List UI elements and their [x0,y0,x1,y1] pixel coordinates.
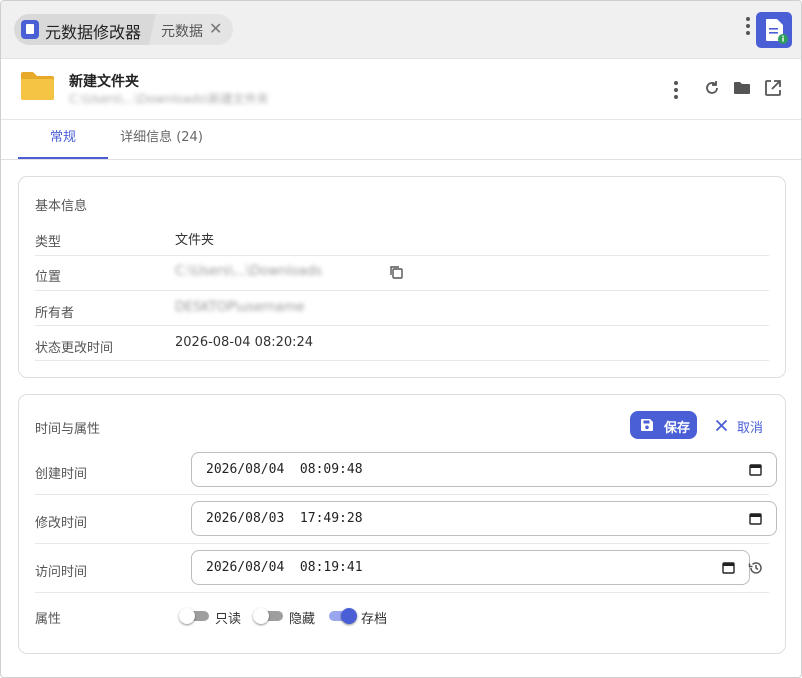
accessed-time-value: 2026/08/04 08:19:41 [206,560,363,575]
created-time-row: 创建时间 2026/08/04 08:09:48 [35,451,777,495]
calendar-icon[interactable] [749,512,762,525]
file-path: C:\Users\...\Downloads\新建文件夹 [69,92,269,106]
attributes-label: 属性 [35,612,62,627]
modified-time-label: 修改时间 [35,516,88,531]
created-time-value: 2026/08/04 08:09:48 [206,462,363,477]
tab-bar: 常规 详细信息 (24) [1,119,801,160]
calendar-icon[interactable] [722,561,735,574]
created-time-label: 创建时间 [35,467,88,482]
close-tab-icon[interactable]: ✕ [209,20,222,38]
archive-toggle[interactable]: 存档 [327,608,393,627]
time-attributes-card: 时间与属性 保存 取消 创建时间 2026/08/04 08:09:48 修改时… [18,394,786,654]
created-time-input[interactable]: 2026/08/04 08:09:48 [191,452,777,487]
close-icon [715,419,728,432]
cancel-button-label: 取消 [737,421,764,436]
modified-time-input[interactable]: 2026/08/03 17:49:28 [191,501,777,536]
owner-label: 所有者 [35,306,75,321]
readonly-label: 只读 [215,612,242,627]
tab-metadata-editor-label: 元数据修改器 [45,23,142,42]
file-name: 新建文件夹 [69,74,139,90]
tab-general[interactable]: 常规 [18,119,108,159]
history-icon[interactable] [748,560,764,576]
app-logo-icon [21,20,39,39]
folder-icon [21,72,54,100]
accessed-time-input[interactable]: 2026/08/04 08:19:41 [191,550,750,585]
save-button-label: 保存 [664,421,691,436]
owner-value: DESKTOP\username [175,300,305,315]
modified-time-value: 2026/08/03 17:49:28 [206,511,363,526]
time-attributes-title: 时间与属性 [35,422,101,437]
open-folder-icon[interactable] [731,77,753,99]
save-button[interactable]: 保存 [630,411,697,439]
open-external-icon[interactable] [762,77,784,99]
tab-details[interactable]: 详细信息 (24) [114,119,209,157]
type-value: 文件夹 [175,233,215,248]
archive-label: 存档 [361,612,388,627]
window-menu-icon[interactable] [745,17,751,41]
hidden-toggle[interactable]: 隐藏 [253,608,319,627]
refresh-icon[interactable] [701,77,723,99]
file-header: 新建文件夹 C:\Users\...\Downloads\新建文件夹 [1,59,801,120]
info-row-owner: 所有者 DESKTOP\username [35,291,769,326]
save-icon [641,419,653,431]
archive-toggle-knob [341,608,357,624]
accessed-time-label: 访问时间 [35,565,88,580]
location-label: 位置 [35,270,62,285]
hidden-label: 隐藏 [289,612,316,627]
copy-icon[interactable] [389,265,403,279]
tab-metadata-label: 元数据 [161,24,203,40]
modified-time-row: 修改时间 2026/08/03 17:49:28 [35,500,777,544]
calendar-icon[interactable] [749,463,762,476]
readonly-toggle-knob [179,608,195,624]
cancel-button[interactable]: 取消 [711,415,771,437]
accessed-time-row: 访问时间 2026/08/04 08:19:41 [35,549,769,593]
basic-info-title: 基本信息 [35,199,88,214]
more-options-icon[interactable] [673,81,679,99]
app-window: 元数据修改器 元数据 ✕ 新建文件夹 C:\Users\...\Download… [0,0,802,678]
readonly-toggle[interactable]: 只读 [179,608,245,627]
document-info-icon[interactable] [756,12,792,48]
info-row-status-changed: 状态更改时间 2026-08-04 08:20:24 [35,326,769,361]
info-row-type: 类型 文件夹 [35,221,769,256]
title-bar: 元数据修改器 元数据 ✕ [1,1,801,59]
location-value: C:\Users\...\Downloads [175,264,322,279]
info-row-location: 位置 C:\Users\...\Downloads [35,256,769,291]
status-changed-value: 2026-08-04 08:20:24 [175,335,314,350]
status-changed-label: 状态更改时间 [35,341,114,356]
basic-info-card: 基本信息 类型 文件夹 位置 C:\Users\...\Downloads 所有… [18,176,786,378]
hidden-toggle-knob [253,608,269,624]
type-label: 类型 [35,235,62,250]
